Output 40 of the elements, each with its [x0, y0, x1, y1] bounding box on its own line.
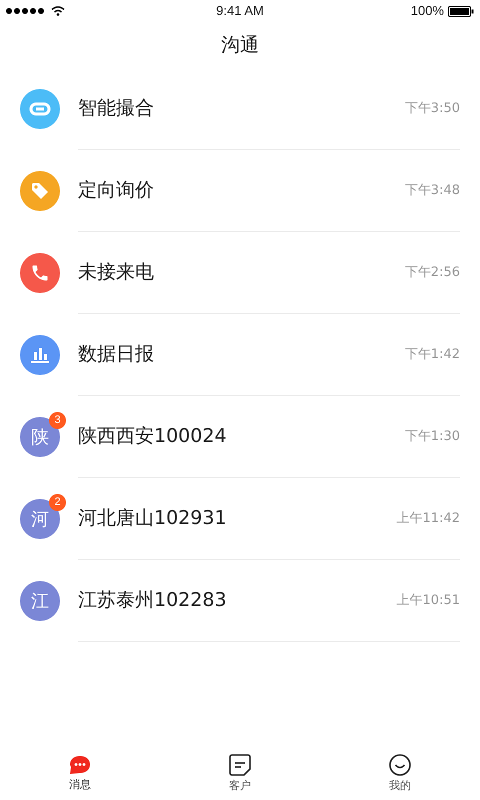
- conversation-time: 下午2:56: [404, 264, 460, 282]
- conversation-time: 下午1:30: [404, 428, 460, 446]
- conversation-time: 下午3:50: [404, 100, 460, 118]
- unread-badge: 3: [49, 412, 66, 429]
- bar-chart-icon: [30, 346, 50, 364]
- conversation-time: 上午10:51: [396, 592, 460, 610]
- conversation-name: 定向询价: [78, 178, 154, 204]
- conversation-name: 智能撮合: [78, 96, 154, 122]
- note-icon: [229, 754, 251, 776]
- conversation-item[interactable]: 定向询价 下午3:48: [0, 150, 480, 232]
- tab-bar-item[interactable]: 客户: [160, 754, 320, 794]
- battery-percent: 100%: [410, 2, 444, 20]
- wifi-icon: [51, 6, 65, 16]
- chat-bubble-icon: [69, 754, 91, 775]
- smiley-icon: [389, 754, 411, 776]
- conversation-item[interactable]: 未接来电 下午2:56: [0, 232, 480, 314]
- tab-bar-item[interactable]: 消息: [0, 754, 160, 794]
- tab-bar-item[interactable]: 我的: [320, 754, 480, 794]
- conversation-item[interactable]: 河 2 河北唐山102931 上午11:42: [0, 478, 480, 560]
- avatar: 江: [20, 581, 60, 621]
- conversation-item[interactable]: 陕 3 陕西西安100024 下午1:30: [0, 396, 480, 478]
- status-time: 9:41 AM: [216, 2, 264, 20]
- conversation-item[interactable]: 数据日报 下午1:42: [0, 314, 480, 396]
- link-icon: [29, 102, 51, 116]
- conversation-name: 河北唐山102931: [78, 506, 227, 532]
- conversation-time: 上午11:42: [396, 510, 460, 528]
- tag-icon: [30, 181, 50, 201]
- phone-icon: [30, 263, 50, 283]
- conversation-item[interactable]: 江 江苏泰州102283 上午10:51: [0, 560, 480, 642]
- battery-icon: [448, 6, 474, 16]
- unread-badge: 2: [49, 494, 66, 511]
- signal-icon: [6, 8, 46, 14]
- conversation-time: 下午1:42: [404, 346, 460, 364]
- page-title: 沟通: [221, 32, 259, 58]
- conversation-name: 未接来电: [78, 260, 154, 286]
- conversation-name: 数据日报: [78, 342, 154, 368]
- conversation-time: 下午3:48: [404, 182, 460, 200]
- conversation-name: 陕西西安100024: [78, 424, 227, 450]
- conversation-name: 江苏泰州102283: [78, 588, 227, 614]
- conversation-item[interactable]: 智能撮合 下午3:50: [0, 68, 480, 150]
